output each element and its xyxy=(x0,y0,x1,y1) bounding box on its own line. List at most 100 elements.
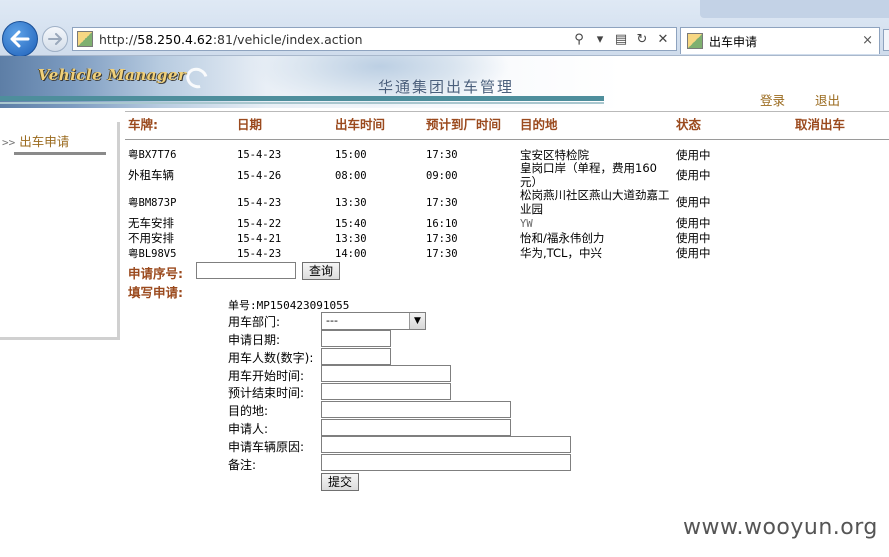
url-path: :81/vehicle/index.action xyxy=(212,31,363,47)
logout-link[interactable]: 退出 xyxy=(815,90,840,109)
end-time-input[interactable] xyxy=(321,383,451,400)
cell-date: 15-4-23 xyxy=(237,149,282,161)
address-bar[interactable]: http://58.250.4.62:81/vehicle/index.acti… xyxy=(72,27,677,51)
cell-out-time: 13:30 xyxy=(335,233,367,245)
banner-divider-light xyxy=(0,102,604,104)
cell-status: 使用中 xyxy=(676,231,711,245)
cell-destination: 华为,TCL，中兴 xyxy=(520,246,602,260)
cell-plate: 粤BL98V5 xyxy=(128,248,177,260)
tab-favicon-icon xyxy=(687,33,703,49)
refresh-icon[interactable]: ↻ xyxy=(635,31,649,47)
date-input[interactable] xyxy=(321,330,391,347)
sidebar-item-vehicle-request[interactable]: >> 出车申请 xyxy=(2,131,69,150)
forward-button[interactable] xyxy=(42,26,68,52)
dept-select[interactable]: --- ▼ xyxy=(321,312,426,330)
cell-status: 使用中 xyxy=(676,195,711,209)
cell-return-time: 17:30 xyxy=(426,233,458,245)
cell-out-time: 08:00 xyxy=(335,170,367,182)
dept-select-value: --- xyxy=(326,314,338,327)
cell-return-time: 17:30 xyxy=(426,149,458,161)
address-tools: ⚲ ▾ ▤ ↻ ✕ xyxy=(572,31,670,47)
dropdown-icon[interactable]: ▾ xyxy=(593,31,607,47)
tab-title: 出车申请 xyxy=(709,34,758,49)
cell-out-time: 14:00 xyxy=(335,248,367,260)
col-header-destination: 目的地 xyxy=(520,117,558,132)
watermark: www.wooyun.org xyxy=(683,515,878,540)
back-button[interactable] xyxy=(2,21,38,57)
tab-close-icon[interactable]: × xyxy=(862,33,873,48)
sidebar-item-label: 出车申请 xyxy=(19,134,70,149)
cell-out-time: 13:30 xyxy=(335,197,367,209)
cell-date: 15-4-26 xyxy=(237,170,282,182)
back-arrow-icon xyxy=(10,30,30,48)
col-header-out-time: 出车时间 xyxy=(335,117,386,132)
table-header-rule xyxy=(125,139,889,140)
cell-destination: 皇岗口岸（单程，费用160元） xyxy=(520,161,657,189)
start-time-input[interactable] xyxy=(321,365,451,382)
url-text[interactable]: http://58.250.4.62:81/vehicle/index.acti… xyxy=(99,32,363,47)
cell-destination: 宝安区特检院 xyxy=(520,148,589,162)
query-label: 申请序号: xyxy=(128,266,183,281)
cell-out-time: 15:00 xyxy=(335,149,367,161)
cell-date: 15-4-22 xyxy=(237,218,282,230)
browser-tab[interactable]: 出车申请 × xyxy=(680,27,880,54)
search-icon[interactable]: ⚲ xyxy=(572,31,586,47)
sidebar-item-underline xyxy=(14,152,106,155)
count-input[interactable] xyxy=(321,348,391,365)
window-title-strip xyxy=(700,0,889,18)
destination-input[interactable] xyxy=(321,401,511,418)
stop-icon[interactable]: ✕ xyxy=(656,31,670,47)
cell-date: 15-4-23 xyxy=(237,248,282,260)
header-rule xyxy=(125,111,889,112)
cell-plate: 无车安排 xyxy=(128,216,174,230)
applicant-label: 申请人: xyxy=(228,422,269,436)
end-time-label: 预计结束时间: xyxy=(228,386,305,400)
cell-plate: 不用安排 xyxy=(128,231,174,245)
query-input[interactable] xyxy=(196,262,296,279)
remark-label: 备注: xyxy=(228,458,257,472)
forward-arrow-icon xyxy=(48,33,62,45)
cell-plate: 粤BX7T76 xyxy=(128,149,177,161)
cell-status: 使用中 xyxy=(676,216,711,230)
cell-destination: 松岗燕川社区燕山大道劲嘉工业园 xyxy=(520,188,670,216)
chevron-right-icon: >> xyxy=(2,136,16,149)
banner-divider xyxy=(0,96,604,101)
col-header-return-time: 预计到厂时间 xyxy=(426,117,502,132)
remark-input[interactable] xyxy=(321,454,571,471)
cell-destination: YW xyxy=(520,218,533,230)
site-logo: Vehicle Manager xyxy=(38,66,187,84)
new-tab-button[interactable] xyxy=(883,29,889,51)
cell-return-time: 16:10 xyxy=(426,218,458,230)
cell-return-time: 09:00 xyxy=(426,170,458,182)
form-section-label: 填写申请: xyxy=(128,285,183,300)
compatibility-icon[interactable]: ▤ xyxy=(614,31,628,47)
cell-out-time: 15:40 xyxy=(335,218,367,230)
cell-plate: 粤BM873P xyxy=(128,197,177,209)
chevron-down-icon[interactable]: ▼ xyxy=(409,313,425,329)
count-label: 用车人数(数字): xyxy=(228,351,314,365)
cell-status: 使用中 xyxy=(676,168,711,182)
query-button[interactable]: 查询 xyxy=(302,262,341,280)
cell-date: 15-4-23 xyxy=(237,197,282,209)
url-host: 58.250.4.62 xyxy=(137,31,213,47)
reason-input[interactable] xyxy=(321,436,571,453)
applicant-input[interactable] xyxy=(321,419,511,436)
dept-label: 用车部门: xyxy=(228,315,281,329)
submit-button[interactable]: 提交 xyxy=(321,473,360,491)
order-number: 单号:MP150423091055 xyxy=(228,299,350,312)
logo-swirl-icon xyxy=(182,63,212,93)
col-header-plate: 车牌: xyxy=(128,117,158,132)
cell-destination: 怡和/福永伟创力 xyxy=(520,231,605,245)
destination-label: 目的地: xyxy=(228,404,269,418)
sidebar: >> 出车申请 xyxy=(0,122,120,340)
cell-status: 使用中 xyxy=(676,148,711,162)
login-link[interactable]: 登录 xyxy=(760,90,785,109)
col-header-date: 日期 xyxy=(237,117,263,132)
cell-date: 15-4-21 xyxy=(237,233,282,245)
reason-label: 申请车辆原因: xyxy=(228,440,305,454)
company-title: 华通集团出车管理 xyxy=(378,78,515,96)
start-time-label: 用车开始时间: xyxy=(228,369,305,383)
site-favicon-icon xyxy=(77,31,93,47)
col-header-status: 状态 xyxy=(676,117,702,132)
col-header-cancel: 取消出车 xyxy=(795,117,846,132)
